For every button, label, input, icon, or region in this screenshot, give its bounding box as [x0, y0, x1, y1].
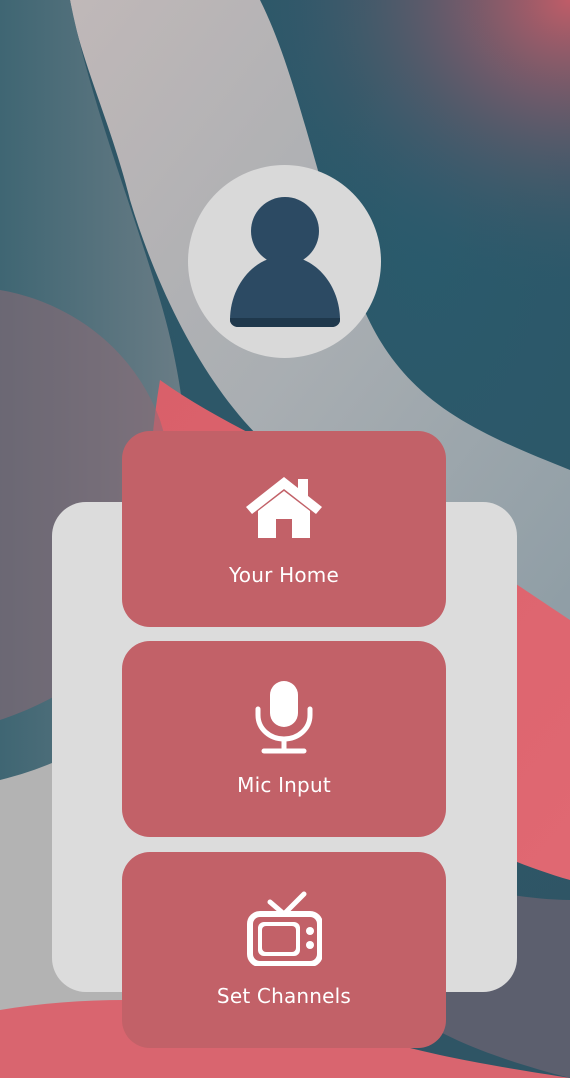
- mic-input-label: Mic Input: [237, 773, 331, 797]
- your-home-label: Your Home: [229, 563, 339, 587]
- tv-icon: [122, 890, 446, 966]
- mic-input-button[interactable]: Mic Input: [122, 641, 446, 837]
- user-avatar[interactable]: [188, 165, 381, 358]
- person-icon: [229, 196, 340, 327]
- home-icon: [122, 477, 446, 539]
- microphone-icon: [122, 679, 446, 755]
- set-channels-button[interactable]: Set Channels: [122, 852, 446, 1048]
- your-home-button[interactable]: Your Home: [122, 431, 446, 627]
- set-channels-label: Set Channels: [216, 984, 352, 1008]
